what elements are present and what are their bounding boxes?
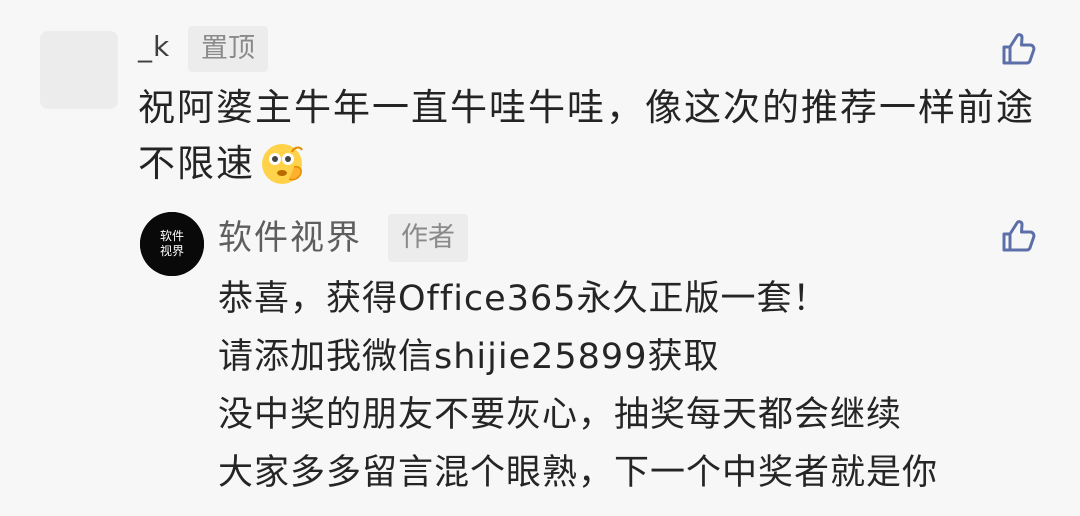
svg-text:软件: 软件	[160, 229, 184, 243]
reply-line: 恭喜，获得Office365永久正版一套！	[218, 279, 829, 319]
author-name[interactable]: 软件视界	[218, 217, 362, 259]
author-reply: 软件 视界 软件视界 作者 恭喜，获得Office365永久正版一套！ 请添加我…	[0, 0, 1080, 516]
reply-line: 请添加我微信shijie25899获取	[218, 337, 720, 377]
author-avatar[interactable]: 软件 视界	[140, 212, 204, 276]
reply-line: 大家多多留言混个眼熟，下一个中奖者就是你	[218, 453, 939, 493]
svg-text:视界: 视界	[160, 243, 184, 258]
reply-line: 没中奖的朋友不要灰心，抽奖每天都会继续	[218, 395, 903, 435]
thumbs-up-icon[interactable]	[998, 217, 1038, 257]
author-badge: 作者	[388, 214, 468, 262]
reply-text: 恭喜，获得Office365永久正版一套！ 请添加我微信shijie25899获…	[218, 270, 1038, 502]
